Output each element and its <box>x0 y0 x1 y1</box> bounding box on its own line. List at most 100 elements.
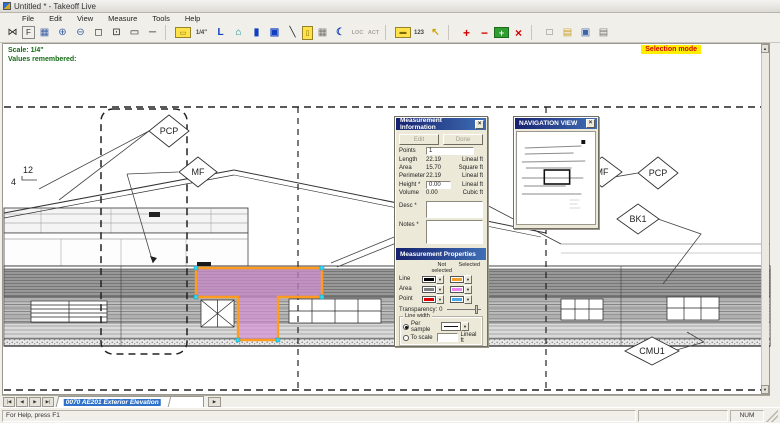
print-icon[interactable]: ▤ <box>595 25 612 40</box>
zoom-out-icon[interactable]: ⊖ <box>72 25 89 40</box>
menu-tools[interactable]: Tools <box>150 14 172 23</box>
subtract-measurement-icon[interactable]: − <box>476 25 493 40</box>
slider-thumb[interactable] <box>475 305 478 314</box>
prev-sheet-button[interactable]: ◀ <box>16 397 28 407</box>
viewport-indicator[interactable] <box>544 170 569 184</box>
point-color-selected-dropdown[interactable]: ▼ <box>450 295 472 304</box>
chevron-down-icon[interactable]: ▼ <box>436 275 444 284</box>
last-sheet-button[interactable]: ▶| <box>42 397 54 407</box>
perimeter-value: 22.19 <box>426 173 451 179</box>
area-tool-icon[interactable]: ⌂ <box>230 25 247 40</box>
pan-tool-icon[interactable]: ⋈ <box>4 25 21 40</box>
shapes-tool-icon[interactable]: ▣ <box>266 25 283 40</box>
note-icon[interactable]: ▬ <box>395 27 411 38</box>
navigation-view-titlebar[interactable]: NAVIGATION VIEW × <box>515 118 597 129</box>
to-scale-radio[interactable] <box>403 335 409 341</box>
chevron-down-icon[interactable]: ▼ <box>464 275 472 284</box>
volume-tool-icon[interactable]: ▮ <box>248 25 265 40</box>
add-area-icon[interactable]: + <box>494 27 509 38</box>
sheet-tab-bar: |◀ ◀ ▶ ▶| 0070 AE201 Exterior Elevation … <box>2 395 770 407</box>
zoom-extents-icon[interactable]: ⊡ <box>108 25 125 40</box>
point-color-not-selected-dropdown[interactable]: ▼ <box>422 295 444 304</box>
desc-textarea[interactable] <box>426 201 483 218</box>
line-color-not-selected-dropdown[interactable]: ▼ <box>422 275 444 284</box>
color-swatch <box>450 276 464 283</box>
points-field[interactable]: 1 <box>426 147 474 155</box>
drawing-canvas[interactable]: Scale: 1/4" Values remembered: Selection… <box>2 43 770 395</box>
menu-edit[interactable]: Edit <box>47 14 64 23</box>
chevron-down-icon[interactable]: ▼ <box>464 295 472 304</box>
chevron-down-icon[interactable]: ▼ <box>461 322 469 331</box>
report-icon[interactable]: F <box>22 26 35 39</box>
active-sheet-label: 0070 AE201 Exterior Elevation <box>64 399 161 406</box>
open-file-icon[interactable]: ▤ <box>559 25 576 40</box>
save-file-icon[interactable]: ▣ <box>577 25 594 40</box>
loc-toggle[interactable]: LOC <box>350 25 365 40</box>
vertical-scrollbar[interactable]: ▲ ▼ <box>761 44 769 394</box>
next-sheet-button[interactable]: ▶ <box>29 397 41 407</box>
toolbar-separator <box>165 25 171 40</box>
window-title: Untitled * - Takeoff Live <box>14 2 96 11</box>
chevron-down-icon[interactable]: ▼ <box>436 285 444 294</box>
notes-label: Notes * <box>399 220 426 244</box>
curve-tool-icon[interactable]: ☾ <box>332 25 349 40</box>
line-width-dropdown[interactable]: ▼ <box>441 322 469 331</box>
toolbar-separator <box>385 25 391 40</box>
zoom-in-icon[interactable]: ⊕ <box>54 25 71 40</box>
scroll-down-arrow[interactable]: ▼ <box>761 385 769 394</box>
perimeter-unit: Lineal ft <box>451 173 483 179</box>
act-toggle[interactable]: ACT <box>366 25 381 40</box>
status-bar: For Help, press F1 NUM <box>0 407 780 423</box>
vertical-ruler-icon[interactable]: L <box>212 25 229 40</box>
deskew-icon[interactable]: ▭ <box>126 25 143 40</box>
point-color-label: Point <box>399 296 422 302</box>
done-button[interactable]: Done <box>443 134 483 145</box>
numbering-icon[interactable]: 123 <box>412 25 426 40</box>
menu-file[interactable]: File <box>20 14 36 23</box>
notes-textarea[interactable] <box>426 220 483 244</box>
chevron-down-icon[interactable]: ▼ <box>436 295 444 304</box>
height-label: Height * <box>399 182 426 188</box>
navigation-minimap[interactable] <box>516 131 596 225</box>
select-cursor-icon[interactable]: ↖ <box>427 25 444 40</box>
diagonal-line-icon[interactable]: ╲ <box>284 25 301 40</box>
scroll-up-arrow[interactable]: ▲ <box>761 44 769 53</box>
elevation-drawing: 4 12 <box>3 44 771 396</box>
height-unit: Lineal ft <box>451 182 483 188</box>
notes-panel-icon[interactable]: ▯ <box>302 26 313 40</box>
tab-exterior-elevation[interactable]: 0070 AE201 Exterior Elevation <box>56 396 172 407</box>
menu-measure[interactable]: Measure <box>106 14 139 23</box>
tab-scroll-button[interactable]: ▶ <box>208 397 221 407</box>
title-bar[interactable]: Untitled * - Takeoff Live <box>0 0 780 13</box>
close-icon[interactable]: × <box>586 119 595 128</box>
menu-view[interactable]: View <box>75 14 95 23</box>
per-sample-radio[interactable] <box>403 324 409 330</box>
area-color-not-selected-dropdown[interactable]: ▼ <box>422 285 444 294</box>
transparency-slider[interactable] <box>447 305 483 314</box>
menu-help[interactable]: Help <box>183 14 202 23</box>
area-color-selected-dropdown[interactable]: ▼ <box>450 285 472 294</box>
perimeter-label: Perimeter <box>399 173 426 179</box>
keynote-mf-left: MF <box>192 167 205 177</box>
image-icon[interactable]: ▦ <box>36 25 53 40</box>
close-icon[interactable]: × <box>475 120 484 129</box>
scale-label-icon[interactable]: 1/4" <box>192 25 211 40</box>
measure-line-icon[interactable]: ─ <box>144 25 161 40</box>
toolbar-separator <box>531 25 537 40</box>
add-measurement-icon[interactable]: + <box>458 25 475 40</box>
measurement-info-titlebar[interactable]: Measurement Information × <box>396 118 486 130</box>
line-color-selected-dropdown[interactable]: ▼ <box>450 275 472 284</box>
volume-value: 0.00 <box>426 190 451 196</box>
grid-icon[interactable]: ▦ <box>314 25 331 40</box>
chevron-down-icon[interactable]: ▼ <box>464 285 472 294</box>
to-scale-field[interactable] <box>437 333 458 342</box>
zoom-window-icon[interactable]: ◻ <box>90 25 107 40</box>
edit-button[interactable]: Edit <box>399 134 439 145</box>
new-file-icon[interactable]: □ <box>541 25 558 40</box>
height-field[interactable]: 0.00 <box>426 181 451 189</box>
tape-measure-icon[interactable]: ▭ <box>175 27 191 38</box>
delete-measurement-icon[interactable]: × <box>510 25 527 40</box>
resize-grip[interactable] <box>766 410 778 422</box>
first-sheet-button[interactable]: |◀ <box>3 397 15 407</box>
desc-label: Desc * <box>399 201 426 218</box>
